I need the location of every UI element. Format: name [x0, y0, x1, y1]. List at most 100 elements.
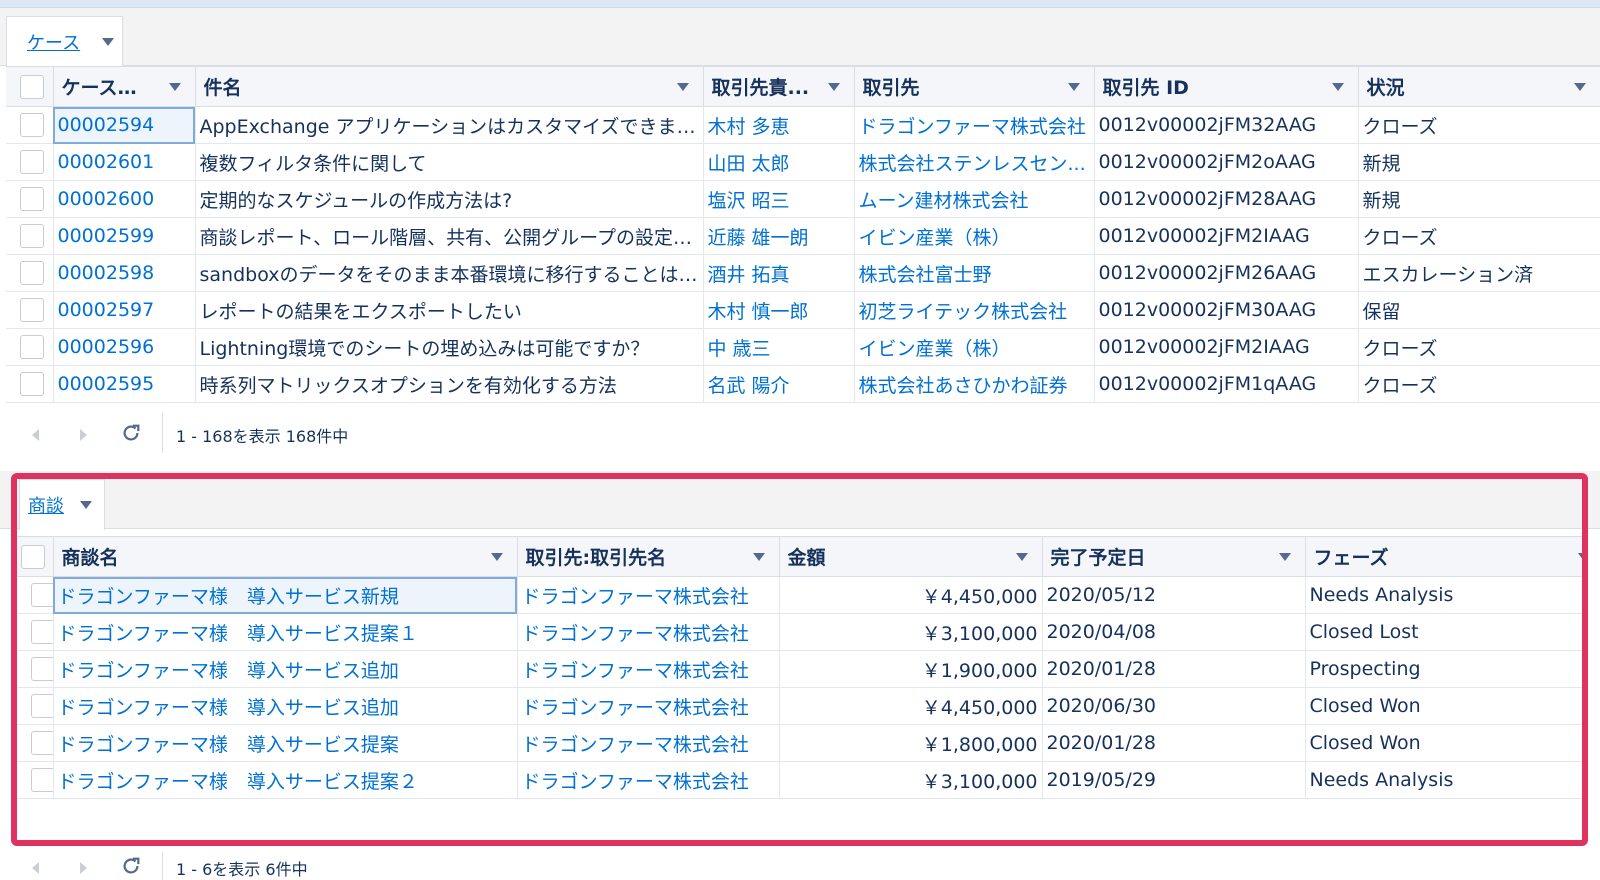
account-link[interactable]: イビン産業（株） — [854, 217, 1095, 255]
select-all-checkbox[interactable] — [20, 74, 44, 99]
select-all-checkbox[interactable] — [21, 544, 45, 569]
row-checkbox[interactable] — [20, 113, 44, 137]
contact-link[interactable]: 塩沢 昭三 — [703, 180, 855, 218]
case-number-link[interactable]: 00002597 — [53, 291, 196, 329]
contact-link[interactable]: 酒井 拓真 — [703, 254, 855, 292]
row-checkbox[interactable] — [31, 694, 52, 718]
opportunity-name-link[interactable]: ドラゴンファーマ様 導入サービス追加 — [53, 687, 518, 725]
opportunity-name-link[interactable]: ドラゴンファーマ様 導入サービス提案２ — [53, 761, 518, 799]
chevron-down-icon[interactable] — [1568, 75, 1592, 99]
row-checkbox[interactable] — [20, 261, 44, 285]
case-number-link[interactable]: 00002599 — [53, 217, 196, 255]
table-row[interactable]: ドラゴンファーマ様 導入サービス提案１ ドラゴンファーマ株式会社 ￥3,100,00… — [17, 613, 1583, 651]
account-link[interactable]: イビン産業（株） — [854, 328, 1095, 366]
tab-opportunities-label[interactable]: 商談 — [28, 492, 64, 518]
next-page-icon[interactable] — [80, 862, 87, 874]
tab-cases-label[interactable]: ケース — [27, 29, 80, 55]
row-checkbox[interactable] — [20, 298, 44, 322]
account-link[interactable]: ムーン建材株式会社 — [854, 180, 1095, 218]
account-name-link[interactable]: ドラゴンファーマ株式会社 — [517, 650, 780, 688]
column-header-account-id[interactable]: 取引先 ID — [1094, 66, 1359, 107]
opportunity-name-link[interactable]: ドラゴンファーマ様 導入サービス提案 — [53, 724, 518, 762]
case-number-link[interactable]: 00002598 — [53, 254, 196, 292]
account-link[interactable]: 株式会社ステンレスセン... — [854, 143, 1095, 181]
column-header-opportunity-name[interactable]: 商談名 — [53, 536, 518, 577]
contact-link[interactable]: 中 歳三 — [703, 328, 855, 366]
account-name-link[interactable]: ドラゴンファーマ株式会社 — [517, 613, 780, 651]
chevron-down-icon[interactable] — [102, 38, 115, 46]
contact-link[interactable]: 近藤 雄一朗 — [703, 217, 855, 255]
tab-opportunities[interactable]: 商談 — [19, 479, 105, 530]
case-number-link[interactable]: 00002600 — [53, 180, 196, 218]
column-header-account-name[interactable]: 取引先:取引先名 — [517, 536, 780, 577]
column-header-subject[interactable]: 件名 — [195, 66, 704, 107]
table-row[interactable]: 00002597 レポートの結果をエクスポートしたい 木村 慎一郎 初芝ライテック株式… — [6, 291, 1600, 329]
table-row[interactable]: 00002600 定期的なスケジュールの作成方法は? 塩沢 昭三 ムーン建材株式会社 0… — [6, 180, 1600, 218]
chevron-down-icon[interactable] — [747, 545, 771, 569]
account-link[interactable]: 株式会社富士野 — [854, 254, 1095, 292]
next-page-icon[interactable] — [80, 429, 87, 441]
row-checkbox[interactable] — [31, 583, 52, 607]
table-row[interactable]: ドラゴンファーマ様 導入サービス提案 ドラゴンファーマ株式会社 ￥1,800,000… — [17, 724, 1583, 762]
account-name-link[interactable]: ドラゴンファーマ株式会社 — [517, 576, 780, 614]
chevron-down-icon[interactable] — [80, 501, 92, 509]
table-row[interactable]: ドラゴンファーマ様 導入サービス提案２ ドラゴンファーマ株式会社 ￥3,100,00… — [17, 761, 1583, 799]
chevron-down-icon[interactable] — [163, 75, 187, 99]
row-checkbox[interactable] — [31, 620, 52, 644]
chevron-down-icon[interactable] — [1010, 545, 1034, 569]
account-name-link[interactable]: ドラゴンファーマ株式会社 — [517, 724, 780, 762]
table-row[interactable]: ドラゴンファーマ様 導入サービス追加 ドラゴンファーマ株式会社 ￥1,900,000… — [17, 650, 1583, 688]
case-number-link[interactable]: 00002594 — [53, 106, 196, 144]
table-row[interactable]: 00002601 複数フィルタ条件に関して 山田 太郎 株式会社ステンレスセン... 0… — [6, 143, 1600, 181]
chevron-down-icon[interactable] — [822, 75, 846, 99]
column-header-stage[interactable]: フェーズ — [1305, 536, 1583, 577]
column-header-close-date[interactable]: 完了予定日 — [1042, 536, 1306, 577]
case-number-link[interactable]: 00002595 — [53, 365, 196, 403]
column-header-contact[interactable]: 取引先責... — [703, 66, 855, 107]
case-number-link[interactable]: 00002601 — [53, 143, 196, 181]
contact-link[interactable]: 木村 多恵 — [703, 106, 855, 144]
table-row[interactable]: ドラゴンファーマ様 導入サービス新規 ドラゴンファーマ株式会社 ￥4,450,000… — [17, 576, 1583, 614]
prev-page-icon[interactable] — [32, 862, 39, 874]
chevron-down-icon[interactable] — [1326, 75, 1350, 99]
column-header-account[interactable]: 取引先 — [854, 66, 1095, 107]
chevron-down-icon[interactable] — [1062, 75, 1086, 99]
chevron-down-icon[interactable] — [485, 545, 509, 569]
row-checkbox[interactable] — [20, 224, 44, 248]
account-name-link[interactable]: ドラゴンファーマ株式会社 — [517, 687, 780, 725]
row-checkbox[interactable] — [20, 150, 44, 174]
table-row[interactable]: 00002595 時系列マトリックスオプションを有効化する方法 名武 陽介 株式会社あ… — [6, 365, 1600, 403]
refresh-icon[interactable] — [120, 855, 142, 877]
column-header-amount[interactable]: 金額 — [779, 536, 1043, 577]
prev-page-icon[interactable] — [32, 429, 39, 441]
table-row[interactable]: 00002596 Lightning環境でのシートの埋め込みは可能ですか？中 歳三… — [6, 328, 1600, 366]
tab-cases[interactable]: ケース — [6, 16, 123, 67]
opportunity-name-link[interactable]: ドラゴンファーマ様 導入サービス提案１ — [53, 613, 518, 651]
column-header-status[interactable]: 状況 — [1358, 66, 1600, 107]
account-link[interactable]: 株式会社あさひかわ証券 — [854, 365, 1095, 403]
chevron-down-icon[interactable] — [1572, 545, 1581, 569]
row-checkbox[interactable] — [20, 372, 44, 396]
chevron-down-icon[interactable] — [1273, 545, 1297, 569]
account-name-link[interactable]: ドラゴンファーマ株式会社 — [517, 761, 780, 799]
row-checkbox[interactable] — [20, 335, 44, 359]
row-checkbox[interactable] — [31, 768, 52, 792]
column-header-case-number[interactable]: ケース番号 — [53, 66, 196, 107]
opportunity-name-link[interactable]: ドラゴンファーマ様 導入サービス追加 — [53, 650, 518, 688]
table-row[interactable]: 00002599 商談レポート、ロール階層、共有、公開グループの設定に... 近藤 … — [6, 217, 1600, 255]
contact-link[interactable]: 名武 陽介 — [703, 365, 855, 403]
case-number-link[interactable]: 00002596 — [53, 328, 196, 366]
account-link[interactable]: 初芝ライテック株式会社 — [854, 291, 1095, 329]
refresh-icon[interactable] — [120, 422, 142, 444]
contact-link[interactable]: 山田 太郎 — [703, 143, 855, 181]
row-checkbox[interactable] — [20, 187, 44, 211]
chevron-down-icon[interactable] — [671, 75, 695, 99]
account-link[interactable]: ドラゴンファーマ株式会社 — [854, 106, 1095, 144]
table-row[interactable]: 00002594 AppExchange アプリケーションはカスタマイズできますか… — [6, 106, 1600, 144]
contact-link[interactable]: 木村 慎一郎 — [703, 291, 855, 329]
row-checkbox[interactable] — [31, 731, 52, 755]
row-checkbox[interactable] — [31, 657, 52, 681]
table-row[interactable]: 00002598 sandboxのデータをそのまま本番環境に移行することは可...… — [6, 254, 1600, 292]
opportunity-name-link[interactable]: ドラゴンファーマ様 導入サービス新規 — [53, 576, 518, 614]
table-row[interactable]: ドラゴンファーマ様 導入サービス追加 ドラゴンファーマ株式会社 ￥4,450,000… — [17, 687, 1583, 725]
